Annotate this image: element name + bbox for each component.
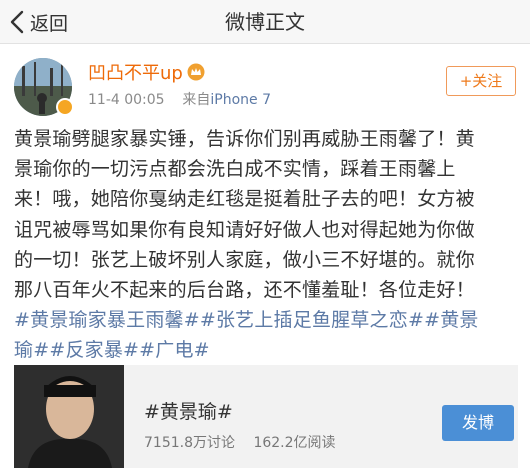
device-name: iPhone 7 — [210, 92, 272, 108]
post-time: 11-4 00:05 — [88, 92, 165, 108]
topic-thumbnail — [14, 365, 124, 468]
level-crown-icon — [187, 63, 205, 81]
discussion-count: 7151.8万讨论 — [144, 435, 235, 451]
hashtag-line[interactable]: 瑜##反家暴##广电# — [14, 335, 518, 365]
read-count: 162.2亿阅读 — [253, 435, 336, 451]
post-topic-button[interactable]: 发博 — [442, 405, 514, 441]
top-navigation-bar: 返回 微博正文 — [0, 0, 530, 44]
post-line: 的一切！张艺上破坏别人家庭，做小三不好堪的。就你 — [14, 248, 475, 271]
post-line: 那八百年火不起来的后台路，还不懂羞耻！各位走好！ — [14, 279, 475, 302]
post-line: 来！哦，她陪你戛纳走红毯是挺着肚子去的吧！女方被 — [14, 188, 475, 211]
follow-button[interactable]: +关注 — [446, 66, 516, 96]
post-header: 凹凸不平up 11-4 00:05 来自iPhone 7 +关注 — [0, 44, 530, 118]
post-line: 诅咒被辱骂如果你有良知请好好做人也对得起她为你做 — [14, 218, 475, 241]
post-line: 景瑜你的一切污点都会洗白成不实情，踩着王雨馨上 — [14, 158, 456, 181]
source-prefix: 来自 — [182, 92, 211, 108]
post-body: 黄景瑜劈腿家暴实锤，告诉你们别再威胁王雨馨了！黄 景瑜你的一切污点都会洗白成不实… — [14, 124, 518, 366]
topic-card[interactable]: #黄景瑜# 7151.8万讨论 162.2亿阅读 发博 — [14, 365, 518, 468]
post-meta: 11-4 00:05 来自iPhone 7 — [88, 89, 271, 109]
topic-title: #黄景瑜# — [144, 401, 233, 423]
topic-stats: 7151.8万讨论 162.2亿阅读 — [144, 432, 336, 452]
page-title: 微博正文 — [225, 10, 305, 34]
username[interactable]: 凹凸不平up — [88, 59, 183, 85]
hashtag-line[interactable]: #黄景瑜家暴王雨馨##张艺上插足鱼腥草之恋##黄景 — [14, 305, 518, 335]
post-line: 黄景瑜劈腿家暴实锤，告诉你们别再威胁王雨馨了！黄 — [14, 128, 475, 150]
verified-badge-icon — [56, 98, 74, 116]
username-row: 凹凸不平up — [88, 59, 205, 85]
